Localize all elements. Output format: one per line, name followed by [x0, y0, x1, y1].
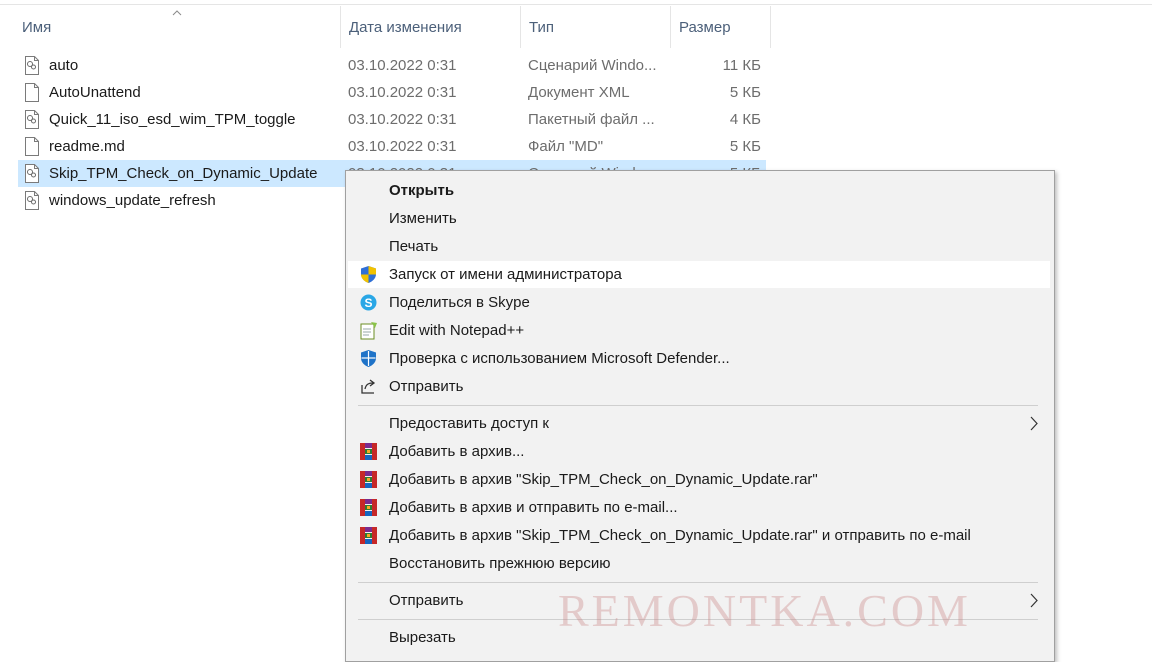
context-menu-item-label: Проверка с использованием Microsoft Defe…	[389, 350, 730, 367]
script-file-icon	[25, 164, 39, 183]
context-menu-item-label: Добавить в архив и отправить по e-mail..…	[389, 499, 678, 516]
context-menu-item-label: Запуск от имени администратора	[389, 266, 622, 283]
context-menu-item[interactable]: Edit with Notepad++	[348, 317, 1050, 344]
context-menu-item[interactable]: Запуск от имени администратора	[348, 261, 1050, 288]
column-header-type[interactable]: Тип	[521, 6, 671, 48]
context-menu-item-label: Добавить в архив "Skip_TPM_Check_on_Dyna…	[389, 527, 971, 544]
file-row[interactable]: readme.md 03.10.2022 0:31 Файл "MD" 5 КБ	[18, 133, 766, 160]
column-header-bar: Имя Дата изменения Тип Размер	[0, 6, 1152, 48]
menu-separator	[358, 405, 1038, 406]
column-header-name[interactable]: Имя	[14, 6, 341, 48]
context-menu-item[interactable]: Добавить в архив...	[348, 438, 1050, 465]
context-menu-item[interactable]: Добавить в архив "Skip_TPM_Check_on_Dyna…	[348, 466, 1050, 493]
defender-icon	[361, 350, 376, 367]
watermark: REMONTKA.COM	[558, 585, 971, 636]
file-name: Skip_TPM_Check_on_Dynamic_Update	[49, 165, 318, 182]
file-date: 03.10.2022 0:31	[348, 84, 457, 101]
context-menu-item[interactable]: Печать	[348, 233, 1050, 260]
context-menu-item-label: Восстановить прежнюю версию	[389, 555, 611, 572]
context-menu-item[interactable]: Добавить в архив и отправить по e-mail..…	[348, 494, 1050, 521]
column-header-size[interactable]: Размер	[671, 6, 771, 48]
context-menu-item-label: Отправить	[389, 592, 464, 609]
top-border	[0, 0, 1152, 5]
uac-shield-icon	[361, 266, 376, 283]
notepad-plus-plus-icon	[360, 322, 377, 340]
context-menu-item-label: Отправить	[389, 378, 464, 395]
winrar-icon	[360, 443, 377, 460]
file-name: auto	[49, 57, 79, 74]
xml-file-icon	[25, 83, 39, 102]
context-menu-item[interactable]: Отправить	[348, 373, 1050, 400]
column-header-date[interactable]: Дата изменения	[341, 6, 521, 48]
file-name: AutoUnattend	[49, 84, 141, 101]
share-icon	[361, 379, 376, 394]
file-size: 5 КБ	[729, 84, 761, 101]
file-name: windows_update_refresh	[49, 192, 216, 209]
context-menu-item[interactable]: Проверка с использованием Microsoft Defe…	[348, 345, 1050, 372]
svg-text:S: S	[364, 296, 372, 310]
context-menu-item-label: Добавить в архив "Skip_TPM_Check_on_Dyna…	[389, 471, 818, 488]
context-menu-item[interactable]: Изменить	[348, 205, 1050, 232]
context-menu-item-label: Печать	[389, 238, 439, 255]
skype-icon: S	[360, 294, 377, 311]
batch-file-icon	[25, 110, 39, 129]
menu-separator	[358, 582, 1038, 583]
context-menu-item-label: Добавить в архив...	[389, 443, 525, 460]
file-size: 4 КБ	[729, 111, 761, 128]
winrar-icon	[360, 471, 377, 488]
file-row[interactable]: Quick_11_iso_esd_wim_TPM_toggle 03.10.202…	[18, 106, 766, 133]
winrar-icon	[360, 499, 377, 516]
script-file-icon	[25, 56, 39, 75]
file-size: 5 КБ	[729, 138, 761, 155]
context-menu-item[interactable]: S Поделиться в Skype	[348, 289, 1050, 316]
file-date: 03.10.2022 0:31	[348, 111, 457, 128]
context-menu-item-label: Изменить	[389, 210, 457, 227]
chevron-right-icon	[1030, 593, 1038, 608]
file-date: 03.10.2022 0:31	[348, 138, 457, 155]
context-menu-item-label: Поделиться в Skype	[389, 294, 530, 311]
context-menu-item-label: Предоставить доступ к	[389, 415, 549, 432]
context-menu-item[interactable]: Добавить в архив "Skip_TPM_Check_on_Dyna…	[348, 522, 1050, 549]
chevron-right-icon	[1030, 416, 1038, 431]
file-name: readme.md	[49, 138, 125, 155]
md-file-icon	[25, 137, 39, 156]
context-menu-item-label: Вырезать	[389, 629, 456, 646]
context-menu-item[interactable]: Открыть	[348, 177, 1050, 204]
file-date: 03.10.2022 0:31	[348, 57, 457, 74]
context-menu-item-label: Открыть	[389, 182, 455, 199]
script-file-icon	[25, 191, 39, 210]
file-row[interactable]: AutoUnattend 03.10.2022 0:31 Документ XML 5…	[18, 79, 766, 106]
file-name: Quick_11_iso_esd_wim_TPM_toggle	[49, 111, 296, 128]
context-menu-item-label: Edit with Notepad++	[389, 322, 525, 339]
file-type: Файл "MD"	[528, 138, 604, 155]
winrar-icon	[360, 527, 377, 544]
context-menu-item[interactable]: Восстановить прежнюю версию	[348, 550, 1050, 577]
file-row[interactable]: auto 03.10.2022 0:31 Сценарий Windo... 11 К…	[18, 52, 766, 79]
file-size: 11 КБ	[722, 57, 761, 74]
context-menu-item[interactable]: Предоставить доступ к	[348, 410, 1050, 437]
